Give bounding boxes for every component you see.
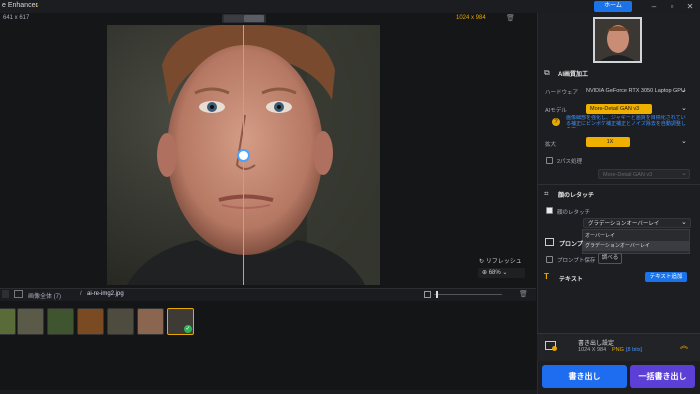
- output-size: 1024 x 984: [456, 15, 486, 21]
- scale-select[interactable]: 1X: [586, 137, 630, 147]
- model-hint: 画像細部を強化し、ジャギーと画質を目標化されている補正にピンボケ補正補正とノイズ…: [566, 115, 686, 128]
- chevron-down-icon[interactable]: ⌄: [681, 86, 687, 94]
- thumbnail[interactable]: [77, 308, 104, 335]
- chevron-down-icon[interactable]: ⌄: [681, 104, 687, 112]
- close-icon[interactable]: ✕: [684, 1, 696, 12]
- grid-icon[interactable]: [2, 290, 9, 298]
- split-view-icon[interactable]: [244, 15, 264, 22]
- text-icon: T: [544, 272, 549, 281]
- source-size: 641 x 617: [3, 15, 30, 21]
- prompt-save-checkbox[interactable]: [546, 256, 553, 263]
- model-select[interactable]: More-Detail GAN v3: [586, 104, 652, 114]
- model-value: More-Detail GAN v3: [590, 106, 640, 112]
- slider-track[interactable]: [434, 294, 502, 295]
- preview-image: [595, 19, 640, 61]
- chevron-up-icon[interactable]: ︽: [680, 340, 688, 351]
- zoom-value: 68%: [488, 270, 501, 276]
- ai-section-title: AI画質加工: [558, 72, 589, 78]
- refresh-text: リフレッシュ: [485, 259, 522, 265]
- compare-handle[interactable]: [237, 149, 250, 162]
- single-view-icon[interactable]: [224, 15, 244, 22]
- thumbnail[interactable]: [107, 308, 134, 335]
- batch-export-button[interactable]: 一括書き出し: [630, 365, 695, 388]
- chevron-down-icon[interactable]: ⌄: [681, 169, 687, 177]
- export-size: 1024 X 984: [578, 347, 607, 353]
- thumb-size-slider[interactable]: [424, 291, 504, 299]
- image-icon: [424, 291, 431, 298]
- export-settings-icon: [545, 341, 557, 351]
- prompt-icon: [545, 238, 554, 246]
- scale-label: 拡大: [545, 142, 557, 148]
- menu-item-gradient-overlay[interactable]: グラデーションオーバーレイ: [583, 241, 690, 251]
- app-title: e Enhancer: [2, 2, 38, 9]
- thumbnail[interactable]: [0, 308, 16, 335]
- help-icon[interactable]: ?: [552, 118, 560, 126]
- export-bits: [8 bits]: [626, 347, 643, 353]
- menu-item-overlay[interactable]: オーバーレイ: [585, 232, 615, 239]
- divider: [537, 184, 700, 185]
- delete-icon[interactable]: 🗑: [519, 290, 528, 298]
- thumbnail[interactable]: [47, 308, 74, 335]
- refresh-label[interactable]: ↻ リフレッシュ: [479, 256, 522, 265]
- retouch-checkbox[interactable]: [546, 207, 553, 214]
- model-label: AIモデル: [545, 108, 567, 114]
- export-title: 書き出し設定: [578, 341, 615, 347]
- thumbnail[interactable]: [137, 308, 164, 335]
- thumbnail-selected[interactable]: ✓: [167, 308, 194, 335]
- preview-thumbnail[interactable]: [593, 17, 642, 63]
- second-pass-select[interactable]: More-Detail GAN v3: [598, 169, 690, 179]
- check-icon: ✓: [184, 325, 192, 333]
- gear-icon: [552, 346, 557, 351]
- breadcrumb-file: ai-re-img2.jpg: [87, 291, 124, 297]
- hardware-select[interactable]: NVIDIA GeForce RTX 3050 Laptop GPU: [584, 86, 690, 96]
- second-pass-checkbox[interactable]: [546, 157, 553, 164]
- retouch-label: 顔のレタッチ: [557, 210, 591, 216]
- maximize-icon[interactable]: ▫: [666, 1, 678, 12]
- ai-enhance-icon: ⧉: [544, 68, 550, 77]
- chevron-down-icon[interactable]: ⌄: [34, 1, 40, 9]
- face-icon: ⌗: [544, 189, 549, 198]
- chevron-down-icon[interactable]: ⌄: [681, 137, 687, 145]
- export-format: PNG: [612, 347, 624, 353]
- retouch-value: グラデーションオーバーレイ: [588, 221, 660, 227]
- retouch-section-title: 顔のレタッチ: [558, 193, 595, 199]
- view-mode-toggle[interactable]: [222, 14, 266, 23]
- chevron-down-icon[interactable]: ⌄: [681, 218, 687, 226]
- second-pass-value: More-Detail GAN v3: [603, 172, 653, 178]
- retouch-select[interactable]: グラデーションオーバーレイ: [583, 218, 691, 228]
- minimize-icon[interactable]: –: [648, 1, 660, 12]
- slider-knob[interactable]: [436, 291, 438, 298]
- zoom-control[interactable]: ⊕ 68% ⌄: [478, 268, 525, 278]
- filmstrip-icon[interactable]: [14, 290, 23, 298]
- second-pass-label: 2パス処理: [557, 159, 583, 165]
- prompt-save-label: プロンプト保存: [557, 258, 596, 264]
- add-text-button[interactable]: テキスト追加: [645, 272, 687, 282]
- text-section-title: テキスト: [559, 277, 583, 283]
- hardware-value: NVIDIA GeForce RTX 3050 Laptop GPU: [586, 88, 685, 94]
- breadcrumb-all[interactable]: 画像全体 (7): [28, 291, 61, 300]
- prompt-section-title: プロンプ: [559, 242, 583, 248]
- check-button[interactable]: 調べる: [598, 253, 622, 264]
- scale-value: 1X: [606, 139, 614, 145]
- thumbnail[interactable]: [17, 308, 44, 335]
- export-button[interactable]: 書き出し: [542, 365, 627, 388]
- home-button[interactable]: ホーム: [594, 1, 632, 12]
- hardware-label: ハードウェア: [545, 90, 579, 96]
- breadcrumb-separator: /: [80, 291, 82, 297]
- trash-icon[interactable]: 🗑: [506, 14, 515, 22]
